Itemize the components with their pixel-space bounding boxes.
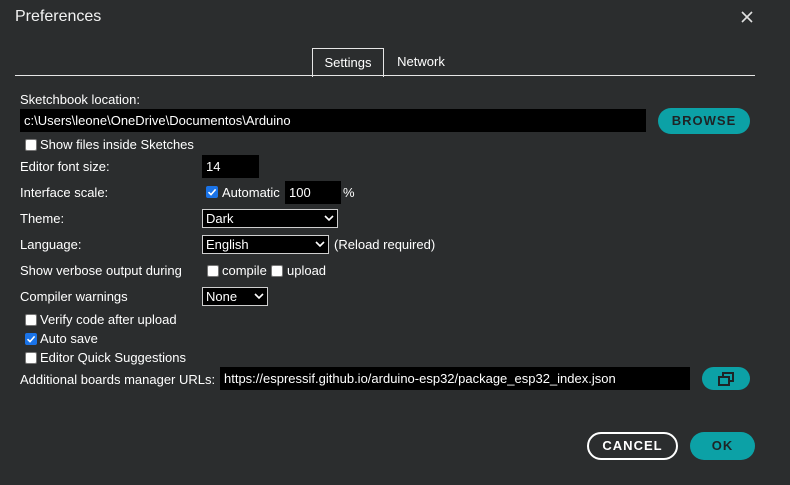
auto-save-checkbox[interactable] (25, 333, 37, 345)
language-select-value: English (206, 237, 249, 252)
boards-urls-editor-button[interactable] (702, 367, 750, 390)
boards-manager-urls-input[interactable]: https://espressif.github.io/arduino-esp3… (220, 367, 690, 390)
cancel-button[interactable]: CANCEL (587, 432, 678, 460)
sketchbook-location-label: Sketchbook location: (20, 92, 140, 107)
boards-manager-urls-label: Additional boards manager URLs: (20, 372, 216, 387)
quick-suggestions-label: Editor Quick Suggestions (40, 350, 186, 365)
compiler-warnings-label: Compiler warnings (20, 289, 128, 304)
interface-scale-unit: % (343, 185, 355, 200)
dialog-title: Preferences (15, 8, 102, 25)
check-icon (207, 188, 217, 196)
automatic-scale-checkbox[interactable] (206, 186, 218, 198)
language-label: Language: (20, 237, 82, 252)
tabs-divider (15, 75, 755, 76)
sketchbook-location-input[interactable]: c:\Users\leone\OneDrive\Documentos\Ardui… (20, 109, 646, 132)
chevron-down-icon (315, 236, 325, 253)
tab-network[interactable]: Network (388, 48, 454, 76)
automatic-scale-label: Automatic (222, 185, 280, 200)
verbose-output-label: Show verbose output during (20, 263, 182, 278)
language-select[interactable]: English (202, 235, 329, 254)
chevron-down-icon (324, 210, 334, 227)
verify-code-label: Verify code after upload (40, 312, 177, 327)
show-files-label: Show files inside Sketches (40, 137, 194, 152)
verbose-compile-checkbox[interactable] (207, 265, 219, 277)
tab-settings[interactable]: Settings (312, 48, 384, 77)
chevron-down-icon (254, 288, 264, 305)
interface-scale-input[interactable]: 100 (285, 181, 341, 204)
verbose-compile-label: compile (222, 263, 267, 278)
compiler-warnings-value: None (206, 289, 238, 304)
theme-label: Theme: (20, 211, 65, 226)
interface-scale-label: Interface scale: (20, 185, 109, 200)
theme-select-value: Dark (206, 211, 234, 226)
reload-required-note: (Reload required) (334, 237, 436, 252)
verify-code-checkbox[interactable] (25, 314, 37, 326)
compiler-warnings-select[interactable]: None (202, 287, 268, 306)
theme-select[interactable]: Dark (202, 209, 338, 228)
ok-button[interactable]: OK (690, 432, 755, 460)
quick-suggestions-checkbox[interactable] (25, 352, 37, 364)
open-external-window-icon (718, 372, 734, 386)
close-icon[interactable] (736, 6, 758, 28)
show-files-checkbox[interactable] (25, 139, 37, 151)
editor-font-size-input[interactable]: 14 (202, 155, 259, 178)
verbose-upload-checkbox[interactable] (271, 265, 283, 277)
browse-button[interactable]: BROWSE (658, 108, 750, 134)
check-icon (26, 335, 36, 343)
editor-font-size-label: Editor font size: (20, 159, 110, 174)
verbose-upload-label: upload (287, 263, 327, 278)
auto-save-label: Auto save (40, 331, 98, 346)
